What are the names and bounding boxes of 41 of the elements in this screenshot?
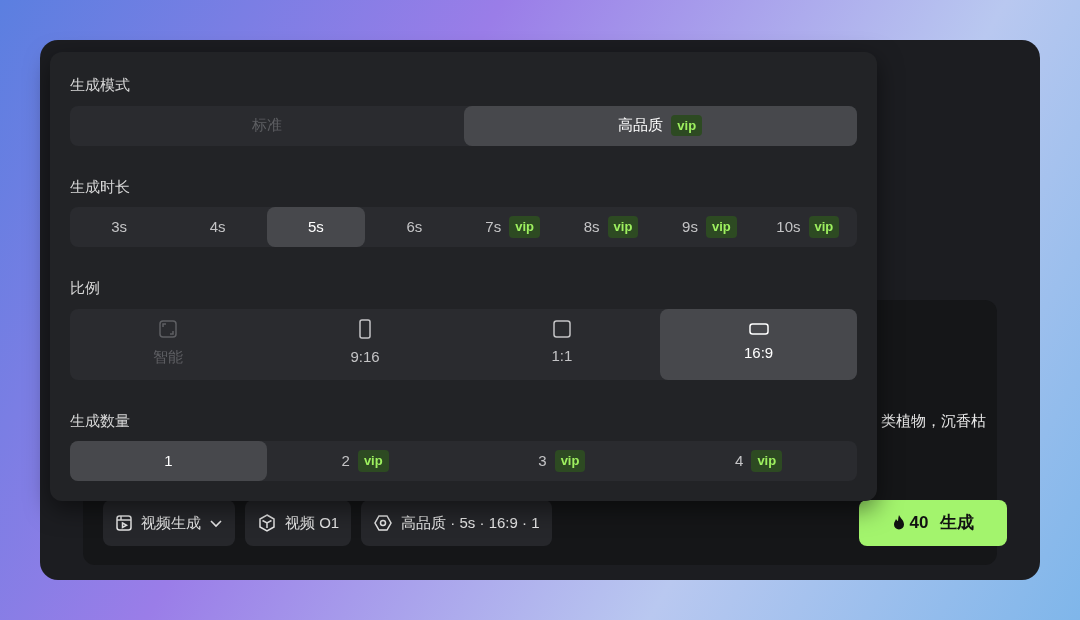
vip-badge: vip	[705, 216, 737, 238]
segment-option[interactable]: 4 vip	[660, 441, 857, 481]
vip-badge: vip	[808, 216, 840, 238]
vip-badge: vip	[554, 450, 586, 472]
section-title: 生成数量	[70, 410, 131, 431]
vip-badge: vip	[509, 216, 540, 238]
vip-badge: vip	[751, 450, 783, 472]
vip-badge: vip	[607, 216, 639, 238]
settings-button[interactable]: 高品质 · 5s · 16:9 · 1	[361, 500, 552, 546]
mode-dropdown[interactable]: 视频生成	[103, 500, 235, 546]
flame-icon	[891, 515, 906, 531]
segment-option[interactable]: 4s	[168, 207, 267, 247]
model-button[interactable]: 视频 O1	[245, 500, 352, 546]
landscape-frame-icon	[748, 323, 769, 336]
vip-badge: vip	[671, 114, 703, 137]
segment-option[interactable]: 9s vip	[660, 207, 759, 247]
segment-option[interactable]: 9:16	[266, 308, 464, 380]
segment-option[interactable]: 2 vip	[266, 441, 464, 481]
settings-icon	[373, 513, 394, 533]
vip-badge: vip	[357, 450, 389, 472]
prompt-text: 类植物，沉香枯	[881, 411, 986, 431]
video-clip-icon	[115, 514, 133, 532]
section-title: 生成模式	[70, 75, 131, 95]
segment-option[interactable]: 6s	[365, 207, 464, 247]
segment-option[interactable]: 7s vip	[463, 207, 562, 247]
auto-frame-icon	[158, 319, 179, 340]
segment-option[interactable]: 3s	[70, 207, 169, 247]
portrait-frame-icon	[359, 319, 372, 340]
square-frame-icon	[552, 320, 571, 339]
cube-icon	[257, 513, 277, 533]
segment-option[interactable]: 高品质 vip	[463, 105, 857, 146]
segment-option[interactable]: 1	[70, 441, 267, 481]
segment-option[interactable]: 10s vip	[758, 207, 857, 247]
section-title: 生成时长	[70, 176, 131, 197]
segment-option[interactable]: 16:9	[660, 308, 857, 380]
segment-option[interactable]: 5s	[266, 207, 366, 247]
segment-option[interactable]: 8s vip	[561, 207, 661, 247]
segment-option[interactable]: 1:1	[463, 308, 661, 380]
generate-button[interactable]: 40 生成	[859, 500, 1007, 546]
section-title: 比例	[70, 278, 101, 298]
segment-option[interactable]: 3 vip	[463, 441, 661, 481]
